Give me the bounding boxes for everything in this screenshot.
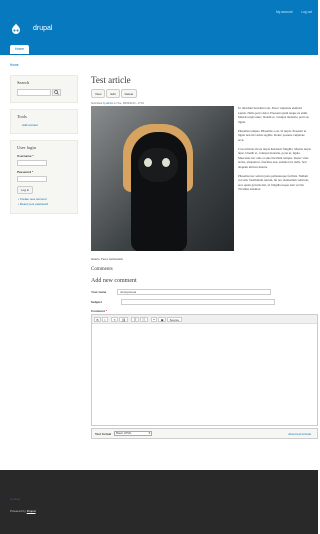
paragraph: Phasellus tempus. Phasellus a est. In tu… <box>238 128 307 142</box>
username-field[interactable] <box>17 160 47 166</box>
login-button[interactable]: Log in <box>17 186 34 194</box>
page-title: Test article <box>91 75 131 85</box>
main-nav: Home <box>10 45 30 54</box>
subject-field[interactable] <box>120 299 275 305</box>
your-name-label: Your name <box>91 290 107 294</box>
search-input[interactable] <box>17 89 51 96</box>
subject-row: Subject <box>91 299 275 305</box>
your-name-field[interactable]: Anonymous <box>117 289 272 295</box>
tab-view[interactable]: View <box>91 89 106 98</box>
reset-password-link[interactable]: Reset your password <box>18 202 71 207</box>
add-content-link[interactable]: Add content <box>22 123 71 127</box>
image-button[interactable]: ▣ <box>158 316 167 322</box>
about-text-formats-link[interactable]: About text formats <box>288 432 311 436</box>
link-button[interactable]: ⚭ <box>110 316 119 322</box>
user-login-title: User login <box>17 145 36 150</box>
numbered-list-button[interactable]: ☷ <box>139 316 148 322</box>
article-image <box>91 106 234 251</box>
contact-link[interactable]: Contact <box>10 497 20 501</box>
editor-toolbar: B I ⚭ ⛓ ☰ ☷ ❝ ▣ Source <box>92 315 317 324</box>
tab-delete[interactable]: Delete <box>120 89 138 98</box>
paragraph: Phasellus nec sem in justo pellentesque … <box>238 173 309 192</box>
paragraph-tail: mauris. Fusce fermentum. <box>91 257 124 261</box>
cat-eye-right <box>162 158 170 167</box>
cat-eye-left <box>144 158 152 167</box>
search-block: Search <box>10 75 78 103</box>
text-format-label: Text format <box>95 431 112 436</box>
comments-heading: Comments <box>91 267 113 272</box>
site-name[interactable]: drupal <box>33 25 52 32</box>
subject-label: Subject <box>91 300 102 304</box>
password-field[interactable] <box>17 176 47 182</box>
top-menu: My account Log out <box>268 10 312 14</box>
password-label: Password * <box>17 170 34 174</box>
paragraph: Cras ultricies mi eu turpis hendrerit fr… <box>238 146 311 169</box>
site-header: My account Log out drupal Home <box>0 0 318 55</box>
source-button[interactable]: Source <box>167 316 182 322</box>
comment-label: Comment * <box>91 309 107 313</box>
user-login-block: User login Username * Password * Log in … <box>10 140 78 214</box>
tab-home[interactable]: Home <box>10 45 30 54</box>
my-account-link[interactable]: My account <box>276 10 292 14</box>
submitted-info: Submitted by admin on Tue, 08/20/2013 - … <box>91 102 144 105</box>
search-icon <box>54 90 59 95</box>
tools-block: Tools Add content <box>10 109 78 134</box>
breadcrumb[interactable]: Home <box>10 63 19 67</box>
tab-edit[interactable]: Edit <box>106 89 120 98</box>
article-text: Ut tincidunt tincidunt erat. Fusce vulpu… <box>238 106 311 196</box>
blockquote-button[interactable]: ❝ <box>150 316 158 322</box>
site-footer: Contact Powered by Drupal <box>0 470 318 534</box>
unlink-button[interactable]: ⛓ <box>119 316 129 322</box>
powered-by: Powered by Drupal <box>10 509 36 513</box>
text-format-bar: Text format Basic HTML About text format… <box>91 428 318 439</box>
comment-editor[interactable]: B I ⚭ ⛓ ☰ ☷ ❝ ▣ Source <box>91 314 318 426</box>
sidebar: Search Tools Add content User login User… <box>10 75 78 220</box>
node-tabs: View Edit Delete <box>91 89 311 98</box>
tools-block-title: Tools <box>17 114 27 119</box>
search-button[interactable] <box>52 89 61 96</box>
search-block-title: Search <box>17 80 30 85</box>
your-name-row: Your name Anonymous <box>91 289 272 295</box>
login-links: Create new account Reset your password <box>17 197 71 207</box>
italic-button[interactable]: I <box>102 316 108 322</box>
logout-link[interactable]: Log out <box>301 10 312 14</box>
text-format-select[interactable]: Basic HTML <box>114 431 153 436</box>
main-content: Test article View Edit Delete Submitted … <box>91 75 318 485</box>
drupal-logo-icon[interactable] <box>10 23 22 35</box>
bold-button[interactable]: B <box>94 316 102 322</box>
username-label: Username * <box>17 154 34 158</box>
add-comment-heading: Add new comment <box>91 278 137 284</box>
drupal-link[interactable]: Drupal <box>27 509 36 513</box>
paragraph: Ut tincidunt tincidunt erat. Fusce vulpu… <box>238 106 310 124</box>
bulleted-list-button[interactable]: ☰ <box>131 316 139 322</box>
